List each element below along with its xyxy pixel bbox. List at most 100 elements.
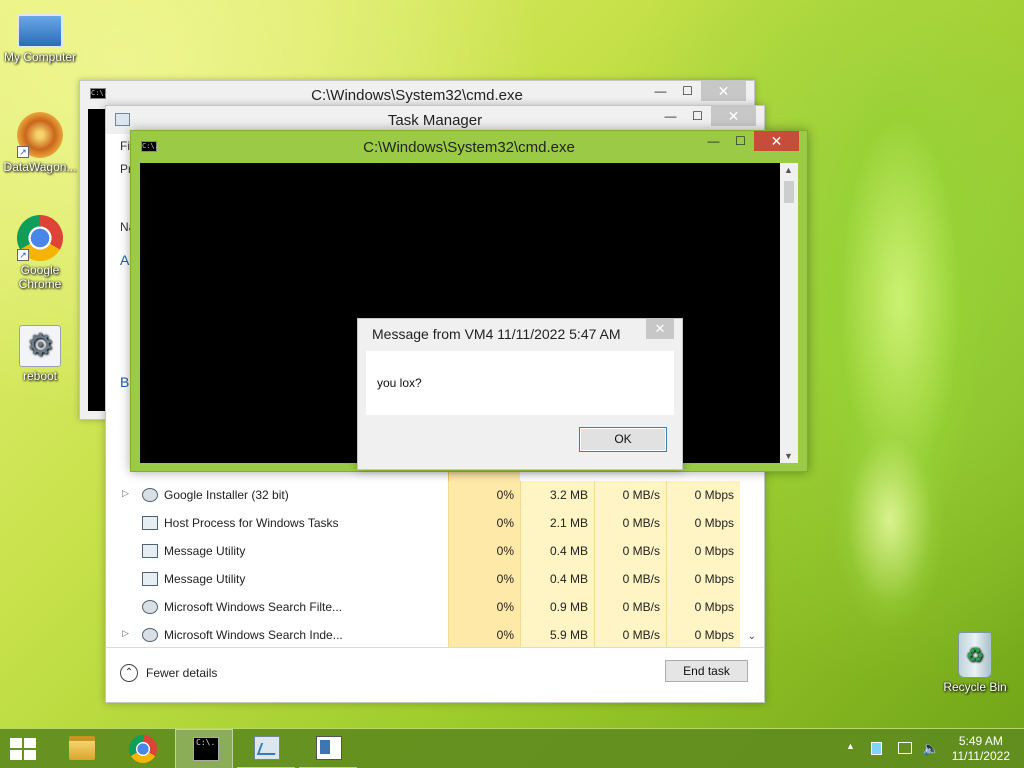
scroll-down-arrow-icon[interactable]: ▼ (784, 451, 793, 461)
end-task-button[interactable]: End task (665, 660, 748, 682)
maximize-button[interactable]: ☐ (727, 131, 754, 151)
desktop-icon-label: DataWagon... (3, 160, 77, 174)
show-hidden-icons-arrow[interactable]: ▲ (846, 741, 855, 768)
taskbar-message-utility[interactable] (299, 729, 357, 768)
cpu-cell: 0% (448, 509, 520, 537)
memory-cell: 2.1 MB (520, 509, 594, 537)
start-button[interactable] (0, 729, 48, 768)
network-cell: 0 Mbps (666, 481, 740, 509)
table-row[interactable]: Message Utility 0% 0.4 MB 0 MB/s 0 Mbps (114, 565, 740, 593)
clock-date: 11/11/2022 (951, 749, 1010, 763)
maximize-button[interactable]: ☐ (674, 81, 701, 101)
scrollbar-thumb[interactable] (784, 181, 794, 203)
memory-cell: 0.4 MB (520, 565, 594, 593)
desktop-icon-datawagon[interactable]: ↗ DataWagon... (0, 112, 80, 174)
taskbar-file-explorer[interactable] (52, 729, 110, 768)
desktop-icon-label: Google Chrome (18, 263, 62, 291)
chrome-icon: ↗ (17, 215, 63, 261)
desktop-icon-label: My Computer (3, 50, 77, 64)
title-bar[interactable]: C:\. C:\Windows\System32\cmd.exe — ☐ ✕ (131, 131, 807, 161)
network-cell: 0 Mbps (666, 565, 740, 593)
process-name: Microsoft Windows Search Inde... (164, 628, 343, 642)
ok-button[interactable]: OK (579, 427, 667, 452)
desktop-icon-label: reboot (22, 369, 58, 383)
disk-cell: 0 MB/s (594, 565, 666, 593)
menu-file[interactable]: Fi (120, 139, 130, 153)
system-clock[interactable]: 5:49 AM 11/11/2022 (952, 734, 1010, 764)
table-row[interactable]: ▷ Microsoft Windows Search Inde... 0% 5.… (114, 621, 740, 649)
network-icon[interactable] (898, 742, 912, 754)
desktop-icon-reboot[interactable]: reboot (0, 325, 80, 383)
process-name: Message Utility (164, 572, 246, 586)
gear-icon (142, 488, 158, 502)
memory-cell: 0.9 MB (520, 593, 594, 621)
disk-cell: 0 MB/s (594, 509, 666, 537)
cpu-cell: 0% (448, 593, 520, 621)
expand-chevron-icon[interactable]: ▷ (122, 488, 129, 499)
document-icon (316, 736, 342, 760)
title-bar[interactable]: C:\. C:\Windows\System32\cmd.exe — ☐ ✕ (80, 81, 754, 105)
desktop-icon-my-computer[interactable]: My Computer (0, 8, 80, 64)
taskbar-cmd[interactable]: C:\. (175, 729, 233, 768)
network-cell: 0 Mbps (666, 509, 740, 537)
group-header-apps: A (120, 252, 130, 268)
user-icon (142, 628, 158, 642)
process-name: Google Installer (32 bit) (164, 488, 289, 502)
memory-cell: 5.9 MB (520, 621, 594, 649)
memory-cell: 0.4 MB (520, 537, 594, 565)
disk-cell: 0 MB/s (594, 593, 666, 621)
disk-cell: 0 MB/s (594, 537, 666, 565)
scroll-down-arrow-icon[interactable]: ⌄ (748, 631, 756, 642)
volume-icon[interactable]: 🔈 (922, 740, 939, 768)
disk-cell: 0 MB/s (594, 621, 666, 649)
recycle-bin-icon (958, 632, 992, 678)
memory-cell: 3.2 MB (520, 481, 594, 509)
task-manager-icon (254, 736, 280, 760)
close-button[interactable]: ✕ (701, 81, 746, 101)
close-button[interactable]: ✕ (754, 131, 799, 151)
wallpaper-leaf-highlight (800, 380, 980, 660)
dialog-message: you lox? (377, 376, 422, 390)
table-row[interactable]: ▷ Google Installer (32 bit) 0% 3.2 MB 0 … (114, 481, 740, 509)
dialog-body: you lox? (366, 351, 674, 415)
table-row[interactable]: Message Utility 0% 0.4 MB 0 MB/s 0 Mbps (114, 537, 740, 565)
taskbar-google-chrome[interactable] (114, 729, 172, 768)
minimize-button[interactable]: — (700, 131, 727, 151)
expand-chevron-icon[interactable]: ▷ (122, 628, 129, 639)
window-icon (142, 544, 158, 558)
maximize-button[interactable]: ☐ (684, 106, 711, 126)
shortcut-arrow-icon: ↗ (17, 249, 29, 261)
desktop-icon-recycle-bin[interactable]: Recycle Bin (935, 632, 1015, 694)
clock-time: 5:49 AM (958, 734, 1003, 748)
folder-icon (69, 736, 95, 760)
cpu-cell: 0% (448, 537, 520, 565)
table-row[interactable]: Microsoft Windows Search Filte... 0% 0.9… (114, 593, 740, 621)
process-name: Host Process for Windows Tasks (164, 516, 339, 530)
taskbar: C:\. ▲ 🔈 5:49 AM 11/11/2022 (0, 728, 1024, 768)
process-name: Microsoft Windows Search Filte... (164, 600, 343, 614)
vertical-scrollbar[interactable]: ▲ ▼ (780, 163, 798, 463)
taskbar-task-manager[interactable] (237, 729, 295, 768)
fewer-details-label: Fewer details (146, 666, 218, 680)
message-dialog[interactable]: Message from VM4 11/11/2022 5:47 AM ✕ yo… (357, 318, 683, 470)
minimize-button[interactable]: — (657, 106, 684, 126)
disk-cell: 0 MB/s (594, 481, 666, 509)
computer-icon (17, 14, 63, 48)
cpu-cell: 0% (448, 481, 520, 509)
scroll-up-arrow-icon[interactable]: ▲ (784, 165, 793, 175)
notification-flag-icon[interactable] (871, 742, 882, 755)
shortcut-arrow-icon: ↗ (17, 146, 29, 158)
window-icon (142, 572, 158, 586)
table-row[interactable]: Host Process for Windows Tasks 0% 2.1 MB… (114, 509, 740, 537)
network-cell: 0 Mbps (666, 537, 740, 565)
desktop-icon-google-chrome[interactable]: ↗ Google Chrome (0, 215, 80, 291)
dialog-close-button[interactable]: ✕ (646, 319, 674, 339)
close-button[interactable]: ✕ (711, 106, 756, 126)
minimize-button[interactable]: — (647, 81, 674, 101)
network-cell: 0 Mbps (666, 593, 740, 621)
fewer-details-button[interactable]: ⌃ Fewer details (120, 664, 217, 682)
process-table: ▷ Google Installer (32 bit) 0% 3.2 MB 0 … (114, 481, 740, 649)
task-manager-footer: ⌃ Fewer details End task (106, 647, 764, 702)
reboot-gear-icon (19, 325, 61, 367)
group-header-background: B (120, 374, 130, 390)
